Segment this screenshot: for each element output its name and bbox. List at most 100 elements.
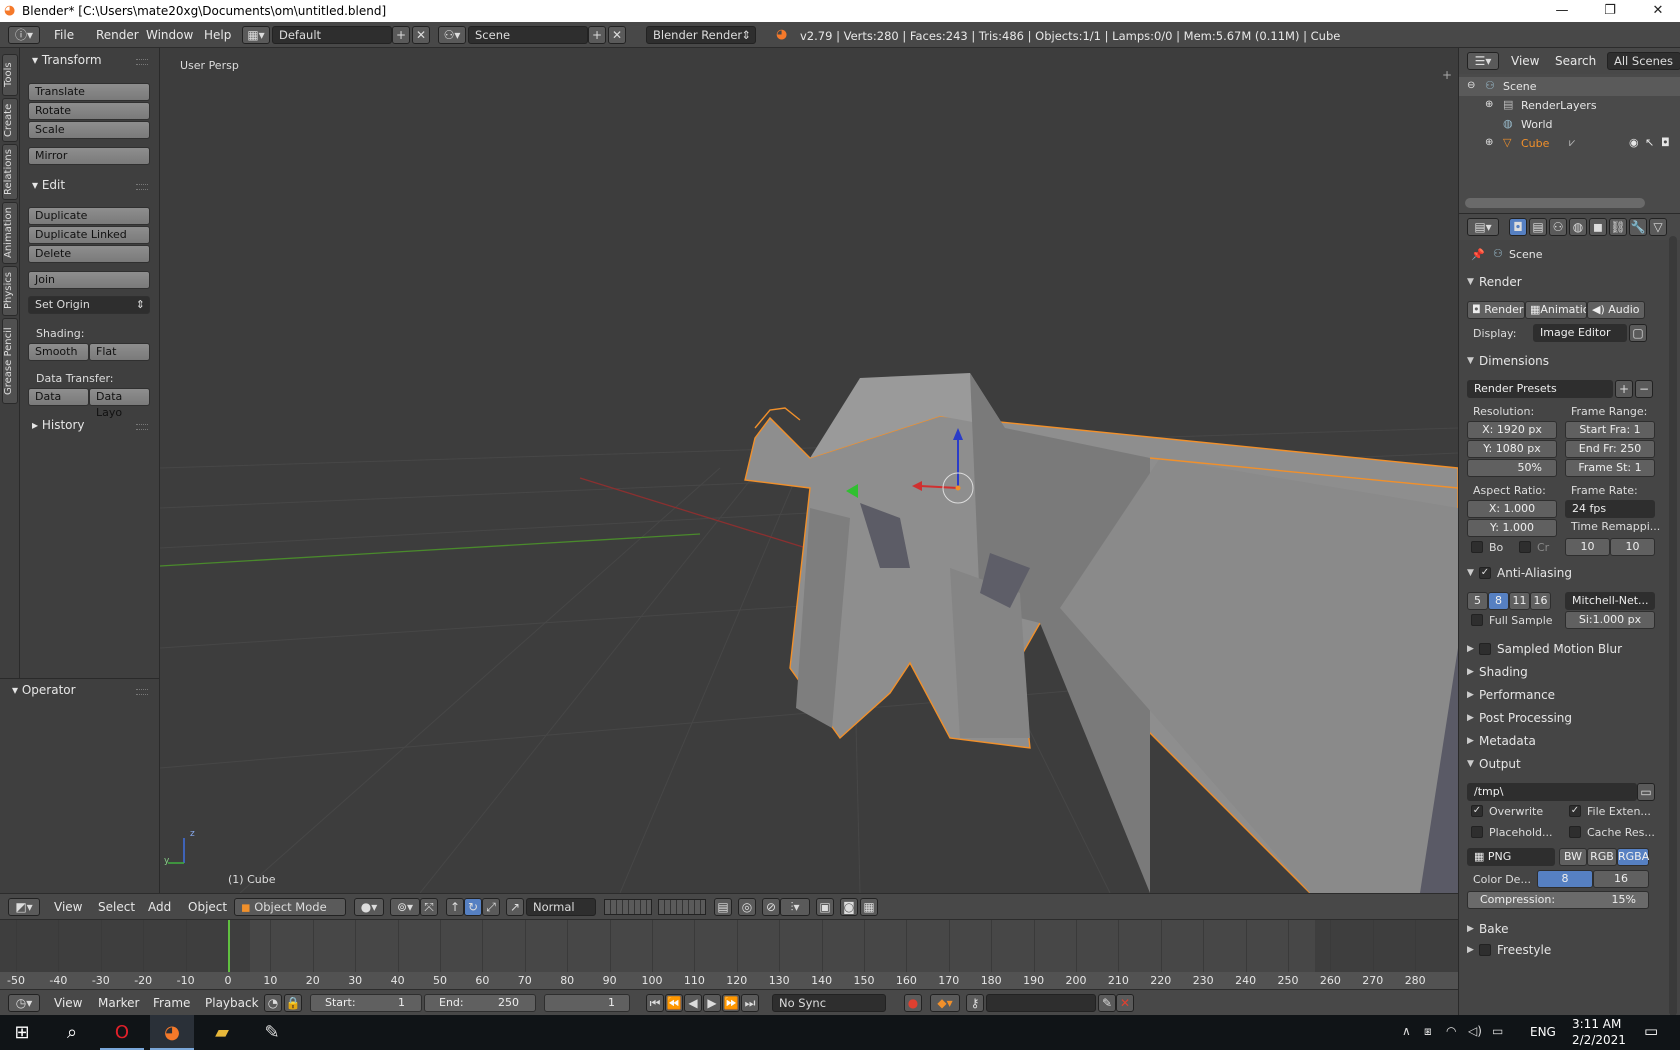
data-layout-button[interactable]: Data Layo — [89, 388, 150, 419]
transform-panel-header[interactable]: ▾ Transform — [32, 53, 102, 67]
mode-select[interactable]: ◼ Object Mode — [234, 898, 346, 916]
display-mode-select[interactable]: All Scenes — [1607, 52, 1680, 70]
panel-grip-icon[interactable] — [136, 424, 148, 430]
pivot-point-icon[interactable]: ⊚▾ — [390, 898, 420, 916]
audio-button[interactable]: ◀) Audio — [1587, 301, 1645, 319]
performance-section-header[interactable]: ▶ Performance — [1467, 685, 1667, 705]
lock-interface-icon[interactable]: ▢ — [1629, 324, 1647, 342]
maximize-button[interactable]: ❐ — [1588, 0, 1632, 22]
object-tab-icon[interactable]: ◼ — [1589, 218, 1607, 236]
delete-button[interactable]: Delete — [28, 245, 150, 263]
expand-icon[interactable]: ⊕ — [1485, 99, 1493, 110]
insert-keyframe-icon[interactable]: ✎ — [1098, 994, 1116, 1012]
menu-view[interactable]: View — [1511, 54, 1539, 68]
edit-panel-header[interactable]: ▾ Edit — [32, 178, 65, 192]
opengl-anim-icon[interactable]: ▦ — [860, 898, 878, 916]
renderable-camera-icon[interactable]: ◘ — [1661, 136, 1670, 149]
proportional-edit-icon[interactable]: ◎ — [738, 898, 756, 916]
tray-volume-icon[interactable]: ◁) — [1468, 1024, 1482, 1038]
color-rgba-button[interactable]: RGBA — [1617, 848, 1649, 866]
scale-manipulator-icon[interactable]: ⤢ — [482, 898, 500, 916]
snap-toggle-icon[interactable]: ⊘ — [762, 898, 780, 916]
properties-scrollbar[interactable] — [1669, 236, 1677, 1015]
filter-size-field[interactable]: Si:1.000 px — [1565, 611, 1655, 629]
aa-samples-11[interactable]: 11 — [1509, 592, 1530, 610]
folder-icon[interactable]: ▭ — [1637, 783, 1655, 801]
end-frame-field[interactable]: End: 250 — [424, 994, 536, 1012]
operator-panel-header[interactable]: ▾ Operator — [12, 683, 76, 697]
shading-section-header[interactable]: ▶ Shading — [1467, 662, 1667, 682]
end-frame-field[interactable]: End Fr: 250 — [1565, 440, 1655, 458]
layout-select[interactable]: Default — [272, 26, 392, 44]
tray-battery-icon[interactable]: ▭ — [1492, 1024, 1503, 1038]
world-tab-icon[interactable]: ◍ — [1569, 218, 1587, 236]
color-depth-8-button[interactable]: 8 — [1537, 870, 1593, 888]
delete-keyframe-icon[interactable]: ✕ — [1116, 994, 1134, 1012]
constraints-tab-icon[interactable]: ⛓ — [1609, 218, 1627, 236]
file-extension-checkbox[interactable]: ✓ — [1569, 805, 1581, 817]
orientation-select[interactable]: Normal — [526, 898, 596, 916]
windows-start-icon[interactable]: ⊞ — [0, 1015, 44, 1050]
screen-layout-icon[interactable]: ▦▾ — [242, 26, 270, 44]
editor-type-timeline-icon[interactable]: ◷▾ — [8, 994, 40, 1012]
tab-animation[interactable]: Animation — [2, 202, 18, 264]
menu-window[interactable]: Window — [146, 28, 193, 42]
play-reverse-icon[interactable]: ◀ — [684, 994, 702, 1012]
pin-icon[interactable]: 📌 — [1471, 248, 1485, 261]
notification-icon[interactable]: ▭ — [1644, 1022, 1658, 1040]
outliner-row-world[interactable]: ◍ World — [1459, 115, 1680, 134]
jump-start-icon[interactable]: ⏮ — [646, 994, 664, 1012]
render-button[interactable]: ◘ Render — [1467, 301, 1525, 319]
menu-file[interactable]: File — [54, 28, 74, 42]
collapse-icon[interactable]: ⊖ — [1467, 80, 1475, 91]
menu-render[interactable]: Render — [96, 28, 139, 42]
translate-manipulator-icon[interactable]: ↑ — [446, 898, 464, 916]
anti-aliasing-checkbox[interactable]: ✓ — [1479, 567, 1491, 579]
orientation-icon[interactable]: ↗ — [506, 898, 524, 916]
jump-end-icon[interactable]: ⏭ — [741, 994, 759, 1012]
resolution-percent-field[interactable]: 50% — [1467, 459, 1557, 477]
tab-create[interactable]: Create — [2, 98, 18, 142]
scale-button[interactable]: Scale — [28, 121, 150, 139]
tab-tools[interactable]: Tools — [2, 54, 18, 96]
history-panel-header[interactable]: ▸ History — [32, 418, 85, 432]
translate-button[interactable]: Translate — [28, 83, 150, 101]
menu-playback[interactable]: Playback — [205, 996, 259, 1010]
tab-grease-pencil[interactable]: Grease Pencil — [2, 318, 18, 404]
flat-button[interactable]: Flat — [89, 343, 150, 361]
aa-samples-16[interactable]: 16 — [1530, 592, 1551, 610]
play-icon[interactable]: ▶ — [703, 994, 721, 1012]
manipulator-toggle-icon[interactable]: ⤧ — [420, 898, 438, 916]
tab-relations[interactable]: Relations — [2, 144, 18, 200]
render-preview-icon[interactable]: ▣ — [816, 898, 834, 916]
bake-section-header[interactable]: ▶ Bake — [1467, 919, 1667, 939]
viewport-shading-icon[interactable]: ●▾ — [354, 898, 384, 916]
sampled-motion-blur-section-header[interactable]: ▶ Sampled Motion Blur — [1467, 639, 1667, 659]
remap-new-field[interactable]: 10 — [1610, 538, 1655, 556]
tray-time[interactable]: 3:11 AM — [1572, 1017, 1621, 1031]
tray-chevron-icon[interactable]: ∧ — [1402, 1024, 1411, 1038]
render-section-header[interactable]: ▼ Render — [1467, 272, 1667, 292]
delete-layout-icon[interactable]: ✕ — [412, 26, 430, 44]
menu-frame[interactable]: Frame — [153, 996, 190, 1010]
region-expand-icon[interactable]: + — [1442, 68, 1452, 82]
freestyle-section-header[interactable]: ▶ Freestyle — [1467, 940, 1667, 960]
keying-set-icon[interactable]: ⚷ — [966, 994, 984, 1012]
visibility-eye-icon[interactable]: ◉ — [1629, 136, 1639, 149]
jump-keyframe-back-icon[interactable]: ⏪ — [665, 994, 683, 1012]
aa-samples-5[interactable]: 5 — [1467, 592, 1488, 610]
tray-network-icon[interactable]: ⧆ — [1424, 1024, 1432, 1039]
mirror-button[interactable]: Mirror — [28, 147, 150, 165]
close-button[interactable]: ✕ — [1636, 0, 1680, 22]
scene-icon[interactable]: ⚇▾ — [438, 26, 466, 44]
aspect-y-field[interactable]: Y: 1.000 — [1467, 519, 1557, 537]
menu-add[interactable]: Add — [148, 900, 171, 914]
tab-physics[interactable]: Physics — [2, 266, 18, 316]
delete-scene-icon[interactable]: ✕ — [608, 26, 626, 44]
current-frame-field[interactable]: 1 — [544, 994, 630, 1012]
start-frame-field[interactable]: Start Fra: 1 — [1565, 421, 1655, 439]
record-icon[interactable]: ● — [904, 994, 922, 1012]
search-icon[interactable]: ⌕ — [50, 1015, 94, 1050]
menu-marker[interactable]: Marker — [98, 996, 139, 1010]
timeline-editor[interactable]: -50 -40 -30 -20 -10 0 10 20 30 40 50 60 70 80 90 100 110… — [0, 919, 1458, 990]
